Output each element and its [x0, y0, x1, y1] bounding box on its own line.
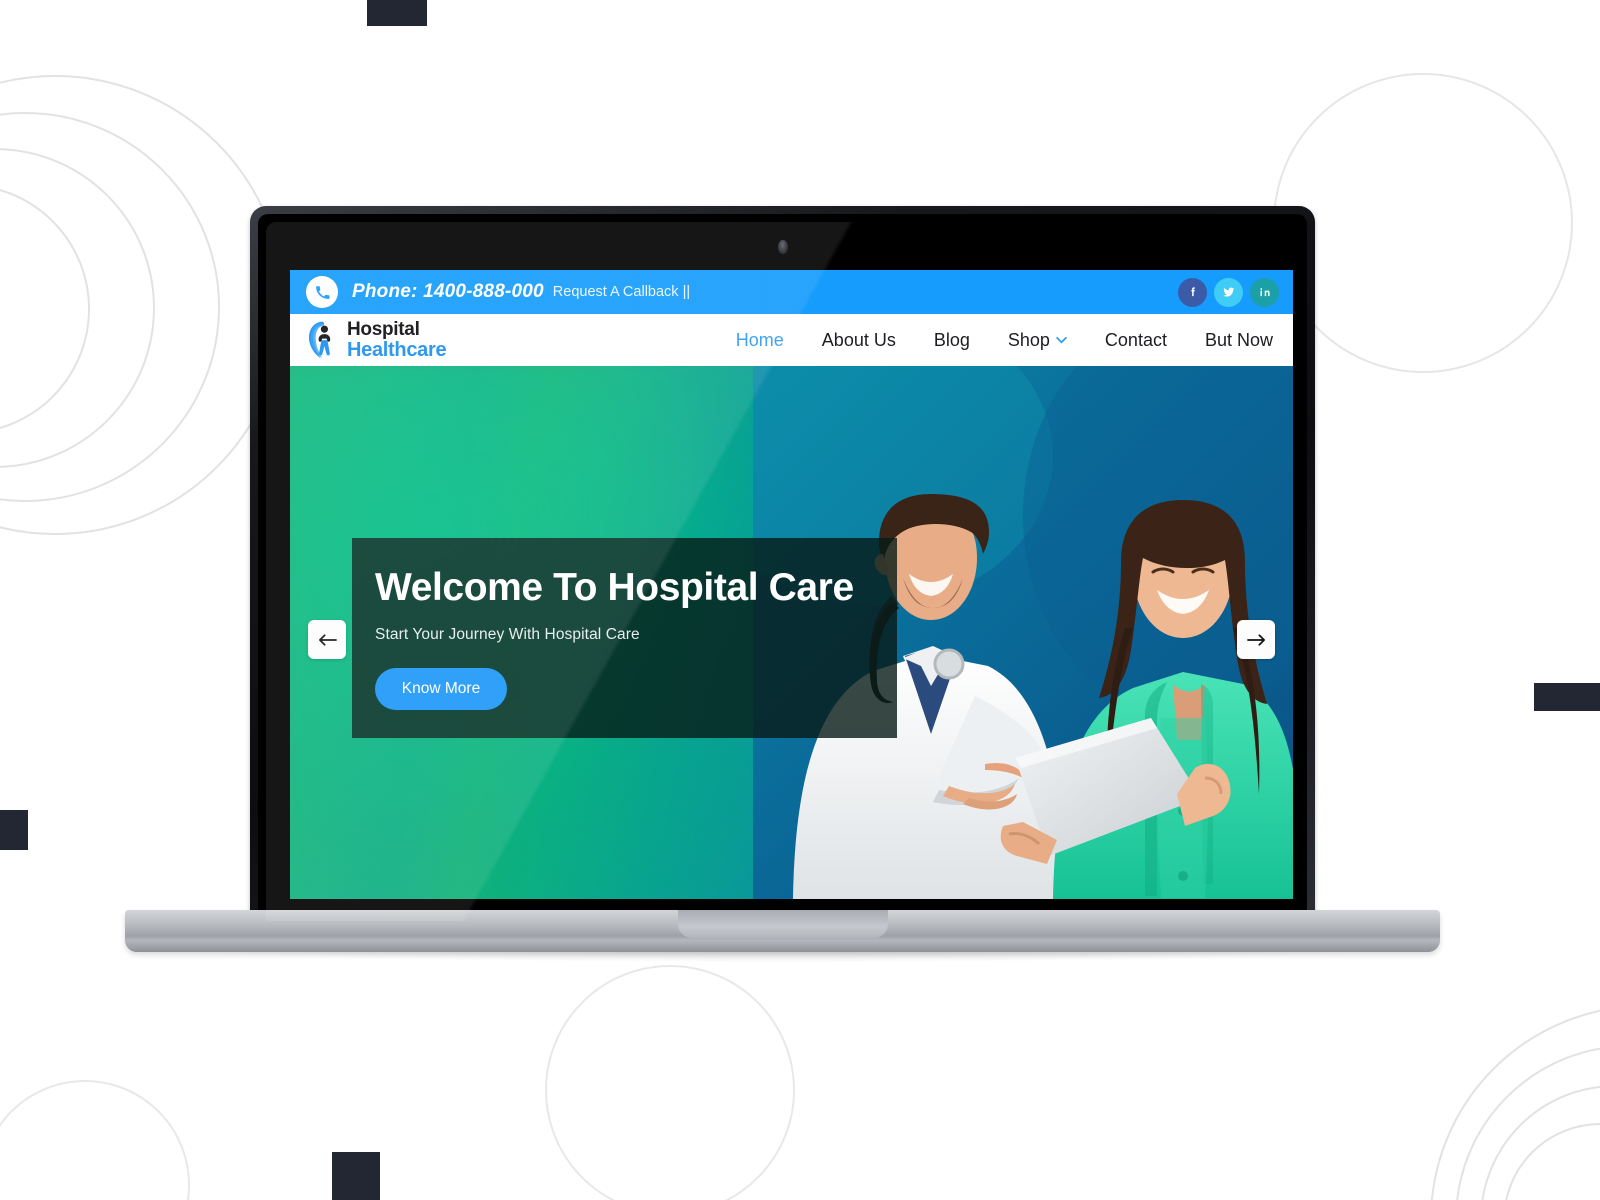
webcam-dot-icon [777, 240, 788, 254]
laptop-lid: Phone: 1400-888-000 Request A Callback |… [250, 206, 1315, 921]
website-screen: Phone: 1400-888-000 Request A Callback |… [290, 270, 1293, 899]
hero-slider: Welcome To Hospital Care Start Your Jour… [290, 366, 1293, 899]
nav-item-but-now[interactable]: But Now [1205, 330, 1273, 351]
slider-next-button[interactable] [1237, 620, 1275, 659]
logo-line-2: Healthcare [347, 339, 447, 361]
nav-item-blog[interactable]: Blog [934, 330, 970, 351]
site-topbar: Phone: 1400-888-000 Request A Callback |… [290, 270, 1293, 314]
nav-item-about-us[interactable]: About Us [822, 330, 896, 351]
person-swoosh-icon [309, 321, 331, 359]
know-more-button[interactable]: Know More [375, 667, 507, 710]
slider-prev-button[interactable] [308, 620, 346, 659]
laptop-bezel: Phone: 1400-888-000 Request A Callback |… [258, 214, 1307, 921]
chevron-down-icon [1056, 336, 1067, 343]
main-navigation: Home About Us Blog Shop Contact But Now [736, 330, 1273, 351]
nav-label: About Us [821, 329, 896, 350]
site-navbar: Hospital Healthcare Home About Us Blog S… [290, 314, 1293, 366]
hero-subtitle: Start Your Journey With Hospital Care [375, 625, 640, 643]
arrow-left-icon [318, 633, 337, 646]
nav-item-contact[interactable]: Contact [1105, 330, 1167, 351]
nav-label: Shop [1007, 329, 1050, 350]
phone-icon [306, 276, 338, 308]
linkedin-icon[interactable] [1250, 277, 1279, 307]
hero-title: Welcome To Hospital Care [375, 566, 854, 609]
laptop-mockup: Phone: 1400-888-000 Request A Callback |… [0, 0, 1600, 1200]
nav-item-home[interactable]: Home [736, 330, 784, 351]
arrow-right-icon [1246, 633, 1265, 646]
nav-label: But Now [1204, 329, 1273, 350]
nav-label: Home [735, 329, 784, 350]
phone-number: Phone: 1400-888-000 [352, 281, 544, 302]
logo-line-1: Hospital [347, 319, 420, 340]
nav-item-shop[interactable]: Shop [1008, 330, 1067, 351]
nav-label: Contact [1104, 329, 1167, 350]
request-callback-link[interactable]: Request A Callback || [553, 284, 690, 300]
social-links [1178, 277, 1279, 307]
twitter-icon[interactable] [1214, 277, 1243, 307]
laptop-base-lip [125, 940, 1440, 952]
facebook-icon[interactable] [1178, 277, 1207, 307]
site-logo[interactable]: Hospital Healthcare [306, 319, 447, 361]
laptop-base [125, 910, 1440, 952]
hero-content-card: Welcome To Hospital Care Start Your Jour… [352, 538, 897, 738]
nav-label: Blog [933, 329, 970, 350]
laptop-base-notch [677, 910, 888, 938]
